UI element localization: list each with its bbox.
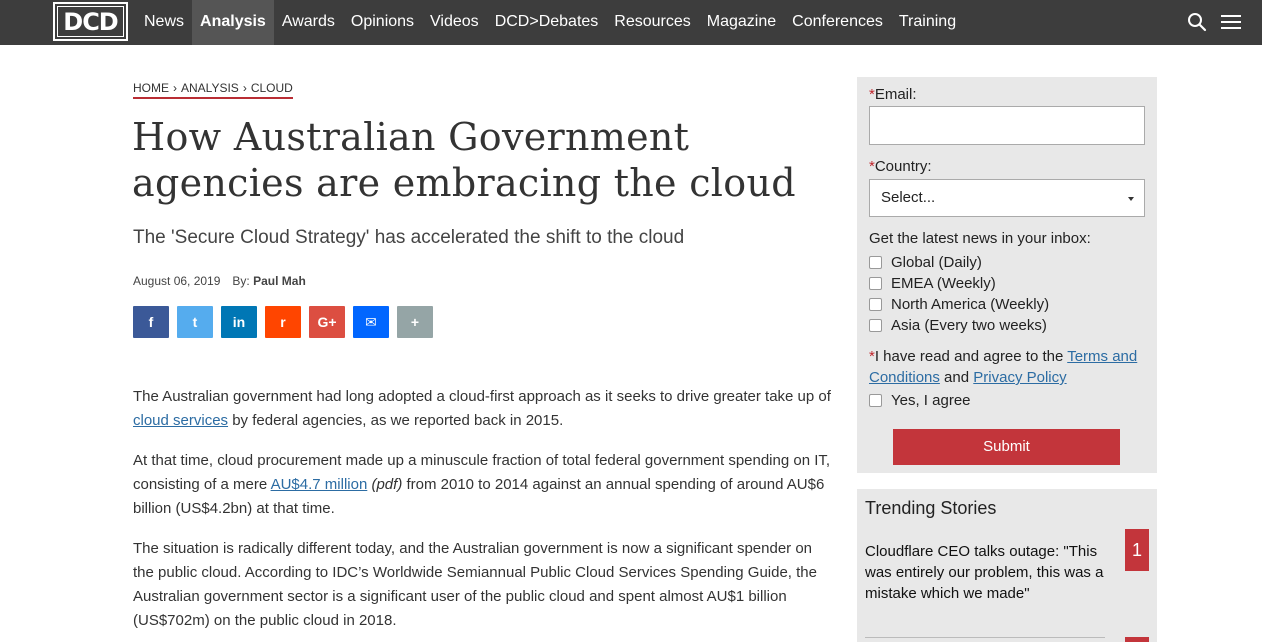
- option-label: EMEA (Weekly): [891, 275, 996, 292]
- logo-text: DCD: [57, 6, 124, 37]
- agree-checkbox-row[interactable]: Yes, I agree: [869, 392, 971, 409]
- paragraph-1: The Australian government had long adopt…: [133, 385, 833, 433]
- trending-heading: Trending Stories: [865, 498, 997, 518]
- byline: By: Paul Mah: [232, 274, 305, 288]
- email-label: *Email:: [869, 86, 917, 103]
- email-icon: ✉: [365, 313, 377, 330]
- submit-button[interactable]: Submit: [893, 429, 1120, 465]
- breadcrumb: HOME › ANALYSIS › CLOUD: [133, 81, 293, 99]
- trending-stories: Trending Stories Cloudflare CEO talks ou…: [857, 489, 1157, 642]
- reddit-icon: r: [280, 314, 286, 330]
- option-label: North America (Weekly): [891, 296, 1050, 313]
- country-label: *Country:: [869, 158, 932, 175]
- checkbox[interactable]: [869, 277, 882, 290]
- cloud-services-link[interactable]: cloud services: [133, 412, 228, 429]
- linkedin-share-button[interactable]: in: [221, 306, 257, 338]
- nav-dcd-debates[interactable]: DCD>Debates: [487, 0, 607, 45]
- agree-and: and: [939, 369, 974, 386]
- title-line-1: How Australian Government: [132, 115, 690, 159]
- share-buttons: f t in r G+ ✉ +: [133, 306, 433, 338]
- option-asia[interactable]: Asia (Every two weeks): [869, 317, 1047, 334]
- option-emea[interactable]: EMEA (Weekly): [869, 275, 996, 292]
- nav-videos[interactable]: Videos: [422, 0, 487, 45]
- breadcrumb-home[interactable]: HOME: [133, 81, 169, 95]
- nav-training[interactable]: Training: [891, 0, 964, 45]
- facebook-icon: f: [148, 314, 154, 330]
- option-north-america[interactable]: North America (Weekly): [869, 296, 1049, 313]
- linkedin-icon: in: [232, 314, 246, 330]
- country-label-text: Country:: [874, 158, 932, 175]
- option-label: Global (Daily): [891, 254, 982, 271]
- checkbox[interactable]: [869, 394, 882, 407]
- privacy-policy-link[interactable]: Privacy Policy: [973, 369, 1066, 386]
- nav-resources[interactable]: Resources: [606, 0, 698, 45]
- google-plus-icon: G+: [317, 314, 337, 330]
- newsletter-label: Get the latest news in your inbox:: [869, 230, 1091, 247]
- breadcrumb-separator: ›: [242, 81, 247, 95]
- country-select[interactable]: Select...: [869, 179, 1145, 217]
- agree-label: Yes, I agree: [891, 392, 971, 409]
- article-date: August 06, 2019: [133, 274, 221, 288]
- article-body: The Australian government had long adopt…: [133, 385, 833, 642]
- email-input[interactable]: [869, 106, 1145, 145]
- search-icon[interactable]: [1187, 12, 1207, 32]
- p1-text-b: by federal agencies, as we reported back…: [228, 412, 564, 429]
- twitter-share-button[interactable]: t: [177, 306, 213, 338]
- nav-news[interactable]: News: [136, 0, 192, 45]
- nav-magazine[interactable]: Magazine: [699, 0, 784, 45]
- email-label-text: Email:: [874, 86, 917, 103]
- article-subtitle: The 'Secure Cloud Strategy' has accelera…: [133, 227, 685, 248]
- google-plus-share-button[interactable]: G+: [309, 306, 345, 338]
- agree-text-a: I have read and agree to the: [874, 348, 1068, 365]
- nav-awards[interactable]: Awards: [274, 0, 343, 45]
- pdf-note: (pdf): [371, 476, 403, 493]
- hamburger-menu-icon[interactable]: [1220, 12, 1242, 32]
- reddit-share-button[interactable]: r: [265, 306, 301, 338]
- article-meta: August 06, 2019 By: Paul Mah: [133, 274, 306, 288]
- checkbox[interactable]: [869, 298, 882, 311]
- nav-opinions[interactable]: Opinions: [343, 0, 422, 45]
- breadcrumb-cloud[interactable]: CLOUD: [251, 81, 293, 95]
- top-nav: DCD News Analysis Awards Opinions Videos DCD>…: [0, 0, 1262, 45]
- article-title: How Australian Government agencies are e…: [132, 114, 832, 206]
- more-share-button[interactable]: +: [397, 306, 433, 338]
- option-label: Asia (Every two weeks): [891, 317, 1047, 334]
- breadcrumb-separator: ›: [173, 81, 177, 95]
- nav-links: News Analysis Awards Opinions Videos DCD>Deba…: [136, 0, 964, 45]
- dcd-logo[interactable]: DCD: [53, 2, 128, 41]
- nav-conferences[interactable]: Conferences: [784, 0, 891, 45]
- au-4-7-million-link[interactable]: AU$4.7 million: [271, 476, 368, 493]
- breadcrumb-analysis[interactable]: ANALYSIS: [181, 81, 239, 95]
- chevron-down-icon: [1128, 197, 1134, 201]
- by-label: By:: [232, 274, 250, 288]
- trending-rank-badge: [1125, 637, 1149, 642]
- twitter-icon: t: [192, 314, 198, 330]
- p1-text-a: The Australian government had long adopt…: [133, 388, 831, 405]
- paragraph-3: The situation is radically different tod…: [133, 540, 817, 629]
- newsletter-form: *Email: *Country: Select... Get the late…: [857, 77, 1157, 473]
- email-share-button[interactable]: ✉: [353, 306, 389, 338]
- paragraph-2: At that time, cloud procurement made up …: [133, 449, 833, 521]
- facebook-share-button[interactable]: f: [133, 306, 169, 338]
- checkbox[interactable]: [869, 319, 882, 332]
- more-icon: +: [410, 314, 420, 330]
- title-line-2: agencies are embracing the cloud: [132, 161, 796, 205]
- agree-text: *I have read and agree to the Terms and …: [869, 346, 1149, 388]
- trending-item[interactable]: Cloudflare CEO talks outage: "This was e…: [865, 541, 1105, 604]
- divider: [865, 637, 1105, 638]
- author-link[interactable]: Paul Mah: [253, 274, 306, 288]
- option-global[interactable]: Global (Daily): [869, 254, 982, 271]
- checkbox[interactable]: [869, 256, 882, 269]
- nav-analysis[interactable]: Analysis: [192, 0, 274, 45]
- country-selected-value: Select...: [881, 189, 936, 206]
- trending-rank-badge: 1: [1125, 529, 1149, 571]
